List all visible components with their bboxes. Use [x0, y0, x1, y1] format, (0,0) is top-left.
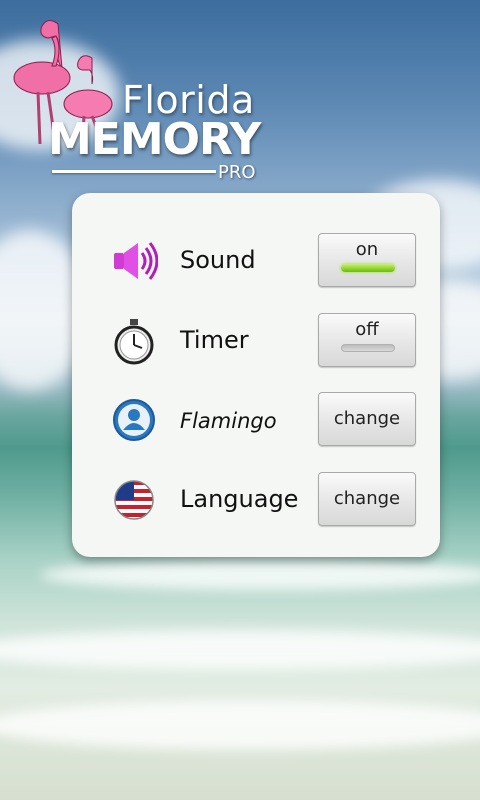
timer-toggle-text: off	[355, 319, 379, 340]
setting-row-language: Language change	[72, 465, 440, 535]
sound-toggle-text: on	[355, 239, 379, 260]
us-flag-icon	[114, 480, 154, 520]
change-language-button[interactable]: change	[318, 472, 416, 526]
speaker-icon	[114, 242, 158, 280]
logo-divider	[52, 170, 216, 173]
setting-label-player-name: Flamingo	[180, 409, 277, 433]
setting-label-timer: Timer	[180, 326, 249, 354]
setting-row-sound: Sound on	[72, 226, 440, 296]
change-player-button[interactable]: change	[318, 392, 416, 446]
change-player-text: change	[333, 408, 401, 429]
setting-label-language: Language	[180, 485, 299, 513]
setting-row-player: Flamingo change	[72, 385, 440, 455]
logo-title-memory: MEMORY	[48, 114, 261, 165]
timer-off-indicator	[341, 344, 395, 352]
app-logo: Florida MEMORY PRO	[8, 14, 278, 183]
stopwatch-icon	[114, 319, 154, 365]
setting-row-timer: Timer off	[72, 306, 440, 376]
timer-toggle-button[interactable]: off	[318, 313, 416, 367]
logo-pro-badge: PRO	[218, 162, 256, 183]
user-icon	[113, 399, 155, 441]
sound-toggle-button[interactable]: on	[318, 233, 416, 287]
change-language-text: change	[333, 488, 401, 509]
setting-label-sound: Sound	[180, 246, 256, 274]
sound-on-indicator	[341, 264, 395, 272]
settings-panel: Sound on Timer off Flamingo change Langu…	[72, 193, 440, 557]
